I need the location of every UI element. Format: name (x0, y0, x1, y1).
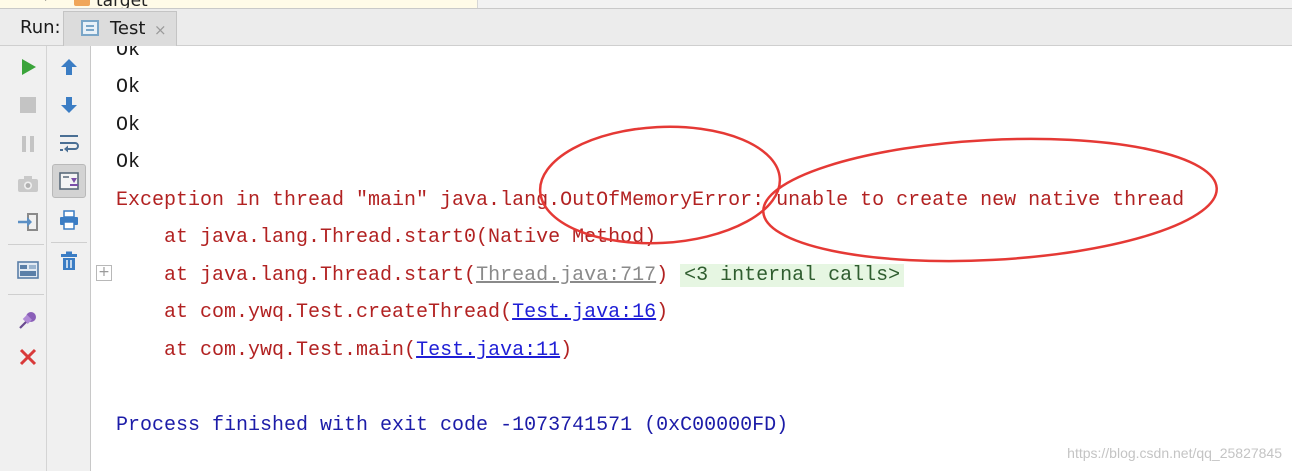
arrow-down-icon (61, 97, 77, 113)
run-label: Run: (20, 17, 61, 38)
chevron-icon[interactable]: › (44, 0, 50, 6)
close-button[interactable] (11, 340, 45, 374)
pin-tab-button[interactable] (11, 303, 45, 337)
stack-frame-text: ) (656, 301, 669, 324)
layout-icon (17, 261, 39, 279)
stack-frame: at com.ywq.Test.createThread(Test.java:1… (116, 299, 668, 327)
tab-label: Test (110, 18, 146, 39)
exit-button[interactable] (11, 205, 45, 239)
stack-frame-text: at com.ywq.Test.createThread( (116, 301, 513, 324)
stack-frame: at java.lang.Thread.start0(Native Method… (116, 226, 657, 249)
scroll-end-icon (59, 172, 79, 190)
tree-node-label: target (96, 0, 148, 8)
run-toolbar-left (0, 46, 47, 471)
tab-close-icon[interactable]: × (154, 21, 167, 39)
exception-message: Exception in thread "main" java.lang.Out… (116, 189, 1185, 212)
fold-expand-toggle[interactable]: + (96, 265, 112, 281)
stack-frame-text: at java.lang.Thread.start( (116, 264, 477, 287)
up-stack-button[interactable] (52, 50, 86, 84)
play-icon (22, 59, 36, 75)
console-output[interactable]: Ok Ok Ok Ok Exception in thread "main" j… (92, 46, 1292, 471)
arrow-up-icon (61, 59, 77, 75)
console-line: Ok (116, 151, 141, 174)
restore-layout-button[interactable] (11, 253, 45, 287)
stack-frame-text: ) (656, 264, 669, 287)
soft-wrap-button[interactable] (52, 126, 86, 160)
stack-frame-text: at com.ywq.Test.main( (116, 339, 417, 362)
pin-icon (19, 312, 36, 329)
source-link[interactable]: Test.java:16 (512, 301, 656, 324)
stack-frame: at java.lang.Thread.start(Thread.java:71… (116, 262, 905, 290)
close-x-icon (19, 348, 37, 366)
source-link[interactable]: Test.java:11 (416, 339, 560, 362)
project-tree-strip: › target (0, 0, 1292, 9)
soft-wrap-icon (60, 135, 79, 153)
pause-button[interactable] (11, 127, 45, 161)
toolbar-separator (51, 242, 87, 243)
stop-icon (20, 97, 36, 113)
camera-icon (18, 176, 38, 192)
project-tree-node[interactable]: › target (0, 0, 478, 8)
tab-test[interactable]: Test × (63, 11, 177, 46)
folder-icon (74, 0, 90, 6)
pause-icon (22, 136, 34, 152)
run-tool-window-header: Run: Test × (0, 9, 1292, 46)
source-link[interactable]: Thread.java:717 (476, 264, 656, 287)
print-button[interactable] (52, 203, 86, 237)
printer-icon (60, 210, 78, 230)
run-config-icon (81, 20, 99, 36)
trash-icon (61, 251, 77, 270)
internal-calls-fold[interactable]: <3 internal calls> (680, 264, 905, 287)
toolbar-separator (8, 244, 44, 245)
toolbar-separator (8, 294, 44, 295)
rerun-button[interactable] (11, 50, 45, 84)
scroll-to-end-button[interactable] (52, 164, 86, 198)
clear-all-button[interactable] (52, 244, 86, 278)
run-toolbar-right (47, 46, 91, 471)
watermark: https://blog.csdn.net/qq_25827845 (1067, 445, 1282, 461)
exit-message: Process finished with exit code -1073741… (116, 414, 789, 437)
console-line: Ok (116, 46, 141, 62)
stack-frame-text: ) (560, 339, 573, 362)
stop-button[interactable] (11, 88, 45, 122)
console-line: Ok (116, 76, 141, 99)
stack-frame: at com.ywq.Test.main(Test.java:11) (116, 337, 572, 365)
down-stack-button[interactable] (52, 88, 86, 122)
console-line: Ok (116, 114, 141, 137)
dump-threads-button[interactable] (11, 167, 45, 201)
exit-icon (18, 213, 38, 231)
